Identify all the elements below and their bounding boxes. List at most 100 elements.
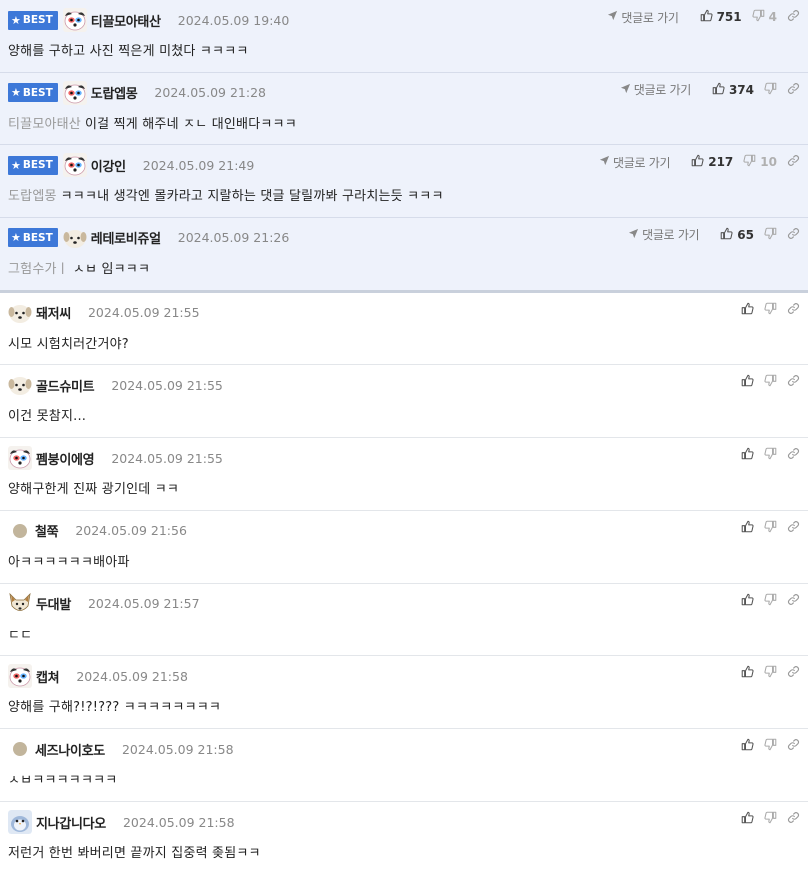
avatar bbox=[8, 304, 32, 323]
comment-date: 2024.05.09 21:49 bbox=[142, 157, 255, 173]
goto-reply-link[interactable]: 댓글로 가기 bbox=[620, 81, 691, 98]
upvote-button[interactable]: 65 bbox=[720, 227, 754, 243]
comment-text: 양해구한게 진짜 광기인데 ㅋㅋ bbox=[8, 482, 180, 498]
comment-date: 2024.05.09 21:55 bbox=[87, 305, 200, 320]
best-comment: ★ BEST 도랍엡몽 2024.05.09 21:28 댓글로 가기 374 티끌모아태산… bbox=[0, 72, 808, 145]
comment-body: 이건 못참지... bbox=[8, 405, 86, 424]
comment: 철쭉 2024.05.09 21:56 아ㅋㅋㅋㅋㅋㅋ배아파 bbox=[0, 511, 808, 584]
star-icon: ★ bbox=[11, 13, 21, 27]
link-icon bbox=[787, 593, 800, 609]
reply-target[interactable]: 도랍엡몽 bbox=[8, 189, 57, 204]
send-arrow-icon bbox=[607, 10, 621, 24]
upvote-button[interactable]: 217 bbox=[691, 154, 733, 170]
reply-target[interactable]: 그험수가ㅣ bbox=[8, 262, 69, 277]
upvote-button[interactable] bbox=[741, 811, 754, 827]
author-name[interactable]: 캡쳐 bbox=[36, 667, 60, 686]
goto-reply-link[interactable]: 댓글로 가기 bbox=[628, 226, 700, 243]
downvote-button[interactable] bbox=[764, 665, 777, 681]
author-name[interactable]: 펨붕이에영 bbox=[36, 449, 95, 468]
thumbs-up-icon bbox=[720, 227, 733, 243]
author-name[interactable]: 골드슈미트 bbox=[36, 376, 95, 395]
upvote-count: 217 bbox=[708, 155, 734, 169]
comment-body: 아ㅋㅋㅋㅋㅋㅋ배아파 bbox=[8, 551, 130, 570]
best-badge: ★ BEST bbox=[8, 228, 58, 247]
copy-link-button[interactable] bbox=[787, 374, 800, 390]
link-icon bbox=[787, 520, 800, 536]
upvote-button[interactable] bbox=[741, 302, 754, 318]
copy-link-button[interactable] bbox=[787, 593, 800, 609]
star-icon: ★ bbox=[11, 86, 21, 99]
downvote-button[interactable] bbox=[764, 520, 777, 536]
comment-date: 2024.05.09 19:40 bbox=[177, 12, 290, 28]
comment-date: 2024.05.09 21:26 bbox=[177, 230, 290, 245]
comment-text: ㅋㅋㅋ내 생각엔 몰카라고 지랄하는 댓글 달릴까봐 구라치는듯 ㅋㅋㅋ bbox=[60, 189, 444, 204]
copy-link-button[interactable] bbox=[787, 665, 800, 681]
author-name[interactable]: 두대발 bbox=[36, 594, 71, 613]
upvote-button[interactable]: 751 bbox=[700, 9, 742, 25]
upvote-button[interactable] bbox=[741, 665, 754, 681]
upvote-button[interactable] bbox=[741, 447, 754, 463]
comment-actions bbox=[731, 737, 800, 755]
comment-date: 2024.05.09 21:55 bbox=[111, 377, 223, 393]
avatar bbox=[62, 8, 87, 32]
author-name[interactable]: 티끌모아태산 bbox=[91, 11, 161, 30]
downvote-button[interactable]: 10 bbox=[743, 154, 777, 170]
reply-target[interactable]: 티끌모아태산 bbox=[8, 117, 81, 132]
author-name[interactable]: 철쭉 bbox=[35, 521, 59, 540]
downvote-count: 4 bbox=[768, 10, 777, 24]
copy-link-button[interactable] bbox=[787, 811, 800, 827]
downvote-button[interactable] bbox=[764, 374, 777, 390]
downvote-button[interactable] bbox=[764, 811, 777, 827]
comment-meta: 세즈나이호도 2024.05.09 21:58 bbox=[8, 738, 234, 760]
downvote-button[interactable] bbox=[764, 738, 777, 754]
upvote-button[interactable] bbox=[741, 738, 754, 754]
thumbs-down-icon bbox=[764, 593, 777, 609]
downvote-button[interactable]: 4 bbox=[752, 9, 777, 25]
author-name[interactable]: 이강인 bbox=[91, 156, 126, 175]
send-arrow-icon bbox=[620, 83, 634, 97]
send-arrow-icon bbox=[628, 228, 642, 242]
comment-actions: 댓글로 가기 217 10 bbox=[599, 153, 800, 171]
copy-link-button[interactable] bbox=[787, 447, 800, 463]
author-name[interactable]: 도랍엡몽 bbox=[91, 83, 138, 102]
goto-reply-link[interactable]: 댓글로 가기 bbox=[599, 154, 671, 171]
comment-meta: 지나갑니다오 2024.05.09 21:58 bbox=[8, 810, 235, 835]
thumbs-down-icon bbox=[764, 738, 777, 754]
thumbs-up-icon bbox=[741, 811, 754, 827]
goto-reply-link[interactable]: 댓글로 가기 bbox=[607, 9, 679, 26]
author-name[interactable]: 돼저씨 bbox=[36, 303, 71, 322]
author-name[interactable]: 레테로비쥬얼 bbox=[91, 228, 161, 247]
comment-body: ㅅㅂㅋㅋㅋㅋㅋㅋㅋ bbox=[8, 769, 117, 788]
copy-link-button[interactable] bbox=[787, 738, 800, 754]
comment-meta: 두대발 2024.05.09 21:57 bbox=[8, 592, 200, 615]
copy-link-button[interactable] bbox=[787, 9, 800, 25]
thumbs-up-icon bbox=[700, 9, 713, 25]
thumbs-up-icon bbox=[741, 520, 754, 536]
upvote-button[interactable] bbox=[741, 593, 754, 609]
avatar bbox=[63, 229, 87, 248]
downvote-button[interactable] bbox=[764, 593, 777, 609]
comment-actions bbox=[731, 446, 800, 464]
upvote-button[interactable] bbox=[741, 520, 754, 536]
copy-link-button[interactable] bbox=[787, 82, 800, 98]
downvote-button[interactable] bbox=[764, 227, 777, 243]
avatar bbox=[8, 377, 32, 396]
comment-body: 양해구한게 진짜 광기인데 ㅋㅋ bbox=[8, 478, 179, 497]
comment-actions bbox=[731, 373, 800, 391]
avatar bbox=[8, 810, 32, 835]
copy-link-button[interactable] bbox=[787, 302, 800, 318]
downvote-button[interactable] bbox=[764, 302, 777, 318]
copy-link-button[interactable] bbox=[787, 227, 800, 243]
upvote-button[interactable] bbox=[741, 374, 754, 390]
downvote-button[interactable] bbox=[764, 82, 777, 98]
upvote-button[interactable]: 374 bbox=[712, 82, 754, 98]
author-name[interactable]: 세즈나이호도 bbox=[35, 740, 105, 759]
downvote-button[interactable] bbox=[764, 447, 777, 463]
copy-link-button[interactable] bbox=[787, 154, 800, 170]
comment-body: 시모 시험치러간거야? bbox=[8, 333, 129, 352]
link-icon bbox=[787, 665, 800, 681]
copy-link-button[interactable] bbox=[787, 520, 800, 536]
thumbs-up-icon bbox=[741, 738, 754, 754]
author-name[interactable]: 지나갑니다오 bbox=[36, 813, 106, 832]
best-comment: ★ BEST 티끌모아태산 2024.05.09 19:40 댓글로 가기 751 4 양해를… bbox=[0, 0, 808, 73]
